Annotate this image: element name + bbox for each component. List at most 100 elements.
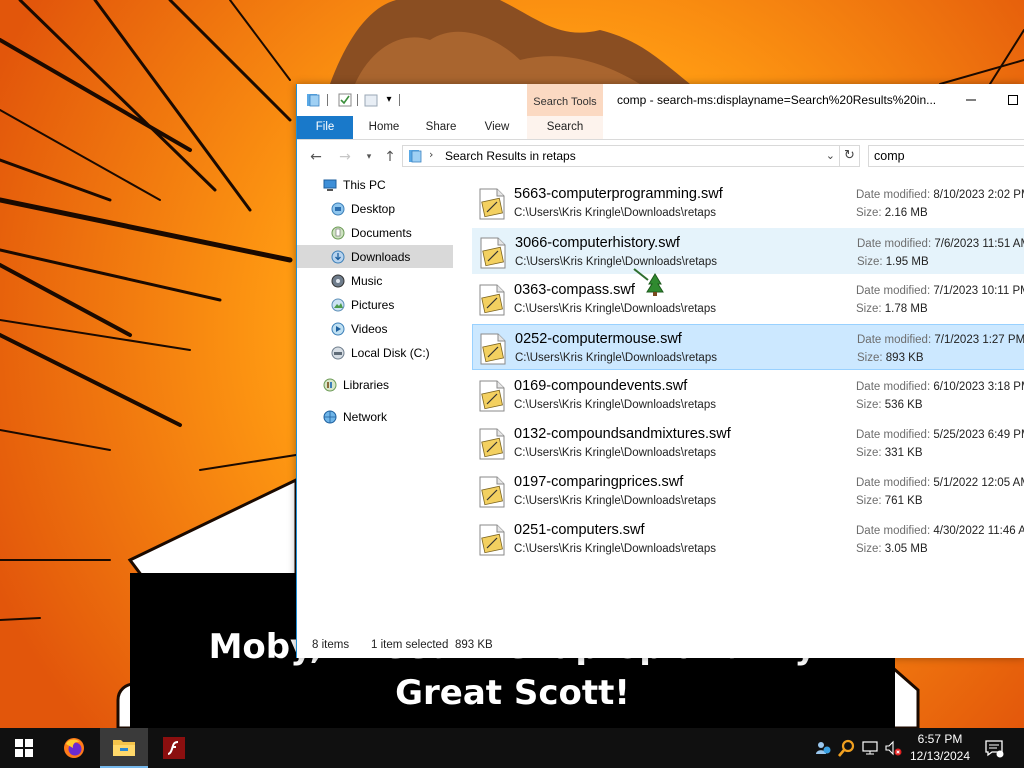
volume-muted-icon[interactable] — [884, 739, 902, 757]
file-size: Size: 1.78 MB — [856, 303, 928, 315]
action-center-icon[interactable] — [984, 738, 1004, 758]
clock-time[interactable]: 6:57 PM — [906, 732, 974, 746]
search-tools-header: Search Tools — [527, 84, 603, 116]
people-icon[interactable] — [814, 739, 832, 757]
nav-item-network[interactable]: Network — [297, 405, 453, 428]
swf-file-icon — [479, 380, 505, 412]
date-modified-value: 4/30/2022 11:46 AM — [933, 525, 1024, 537]
nav-item-music[interactable]: Music — [297, 269, 453, 292]
start-button[interactable] — [0, 728, 48, 768]
address-field[interactable]: › Search Results in retaps ⌄ — [402, 145, 840, 167]
nav-item-local-disk[interactable]: Local Disk (C:) — [297, 341, 453, 364]
date-modified: Date modified: 6/10/2023 3:18 PM — [856, 381, 1024, 393]
selection-count: 1 item selected — [371, 639, 449, 651]
file-path: C:\Users\Kris Kringle\Downloads\retaps — [514, 399, 716, 411]
file-size: Size: 893 KB — [857, 352, 924, 364]
date-modified-value: 7/6/2023 11:51 AM — [934, 238, 1024, 250]
taskbar-firefox[interactable] — [50, 728, 98, 768]
size-value: 893 KB — [885, 352, 924, 364]
date-modified-value: 8/10/2023 2:02 PM — [933, 189, 1024, 201]
size-value: 1.95 MB — [885, 256, 929, 268]
file-row[interactable]: 5663-computerprogramming.swf C:\Users\Kri… — [472, 180, 1024, 226]
date-modified-label: Date modified: — [857, 238, 932, 250]
file-name: 0252-computermouse.swf — [515, 331, 682, 347]
search-input[interactable] — [869, 146, 1024, 166]
nav-label: Network — [343, 409, 388, 424]
size-value: 536 KB — [884, 399, 923, 411]
file-row[interactable]: 0169-compoundevents.swf C:\Users\Kris Kri… — [472, 372, 1024, 418]
navigation-pane: This PC Desktop Documents Downloads Musi… — [297, 173, 455, 621]
recent-locations-chevron-icon[interactable]: ▾ — [361, 149, 377, 165]
search-field[interactable] — [868, 145, 1024, 167]
file-size: Size: 536 KB — [856, 399, 923, 411]
minimize-button[interactable] — [951, 88, 991, 112]
title-bar[interactable]: ▾ Search Tools comp - search-ms:displayn… — [297, 84, 1024, 116]
nav-item-pictures[interactable]: Pictures — [297, 293, 453, 316]
file-name: 0132-compoundsandmixtures.swf — [514, 426, 731, 442]
file-name: 0363-compass.swf — [514, 282, 635, 298]
maximize-icon — [1008, 95, 1018, 105]
tab-search[interactable]: Search — [527, 116, 603, 139]
properties-icon[interactable] — [337, 92, 353, 108]
date-modified: Date modified: 4/30/2022 11:46 AM — [856, 525, 1024, 537]
nav-item-downloads[interactable]: Downloads — [297, 245, 453, 268]
maximize-button[interactable] — [993, 88, 1024, 112]
tree-cursor-icon — [633, 268, 664, 296]
subtitle-line-2: Great Scott! — [395, 673, 630, 713]
new-folder-icon[interactable] — [363, 92, 379, 108]
breadcrumb-chevron-icon[interactable]: › — [429, 148, 433, 161]
file-path: C:\Users\Kris Kringle\Downloads\retaps — [514, 207, 716, 219]
address-bar-row: ← → ▾ ↑ › Search Results in retaps ⌄ ↻ — [297, 140, 1024, 173]
swf-file-icon — [480, 333, 506, 365]
date-modified-value: 6/10/2023 3:18 PM — [933, 381, 1024, 393]
file-size: Size: 3.05 MB — [856, 543, 928, 555]
file-row[interactable]: 0251-computers.swf C:\Users\Kris Kringle\… — [472, 516, 1024, 562]
file-path: C:\Users\Kris Kringle\Downloads\retaps — [514, 543, 716, 555]
size-value: 3.05 MB — [884, 543, 928, 555]
file-size: Size: 1.95 MB — [857, 256, 929, 268]
file-row[interactable]: 3066-computerhistory.swf C:\Users\Kris Kr… — [472, 228, 1024, 274]
clock-date[interactable]: 12/13/2024 — [906, 749, 974, 763]
file-path: C:\Users\Kris Kringle\Downloads\retaps — [514, 495, 716, 507]
date-modified-value: 5/1/2022 12:05 AM — [933, 477, 1024, 489]
size-label: Size: — [856, 207, 882, 219]
nav-item-documents[interactable]: Documents — [297, 221, 453, 244]
breadcrumb[interactable]: Search Results in retaps — [445, 149, 576, 163]
qat-separator — [399, 94, 400, 106]
file-row[interactable]: 0132-compoundsandmixtures.swf C:\Users\Kr… — [472, 420, 1024, 466]
size-value: 2.16 MB — [884, 207, 928, 219]
taskbar-flash-player[interactable] — [150, 728, 198, 768]
network-status-icon[interactable] — [862, 739, 880, 757]
tab-home[interactable]: Home — [359, 116, 409, 139]
file-name: 3066-computerhistory.swf — [515, 235, 680, 251]
tab-file[interactable]: File — [297, 116, 353, 139]
up-arrow-icon[interactable]: ↑ — [382, 149, 398, 165]
file-name: 0197-comparingprices.swf — [514, 474, 684, 490]
nav-item-this-pc[interactable]: This PC — [297, 173, 453, 196]
size-value: 761 KB — [884, 495, 923, 507]
nav-item-desktop[interactable]: Desktop — [297, 197, 453, 220]
file-row[interactable]: 0363-compass.swf C:\Users\Kris Kringle\Do… — [472, 276, 1024, 322]
customize-qat-icon[interactable]: ▾ — [381, 92, 397, 108]
item-count: 8 items — [312, 639, 350, 651]
windows-logo-icon — [15, 739, 33, 757]
pictures-icon — [331, 298, 345, 311]
address-dropdown-chevron-icon[interactable]: ⌄ — [826, 149, 835, 162]
tab-view[interactable]: View — [473, 116, 521, 139]
taskbar-file-explorer[interactable] — [100, 728, 148, 768]
tab-share[interactable]: Share — [417, 116, 465, 139]
size-label: Size: — [856, 399, 882, 411]
nav-item-libraries[interactable]: Libraries — [297, 373, 453, 396]
nav-item-videos[interactable]: Videos — [297, 317, 453, 340]
file-row[interactable]: 0197-comparingprices.swf C:\Users\Kris Kr… — [472, 468, 1024, 514]
date-modified-label: Date modified: — [856, 381, 931, 393]
date-modified: Date modified: 5/1/2022 12:05 AM — [856, 477, 1024, 489]
file-row[interactable]: 0252-computermouse.swf C:\Users\Kris Krin… — [472, 324, 1024, 370]
back-arrow-icon[interactable]: ← — [308, 149, 324, 165]
forward-arrow-icon[interactable]: → — [337, 149, 353, 165]
date-modified: Date modified: 7/6/2023 11:51 AM — [857, 238, 1024, 250]
local-disk-icon — [331, 346, 345, 359]
refresh-button[interactable]: ↻ — [840, 145, 860, 167]
date-modified-label: Date modified: — [856, 477, 931, 489]
search-icon[interactable] — [838, 739, 856, 757]
